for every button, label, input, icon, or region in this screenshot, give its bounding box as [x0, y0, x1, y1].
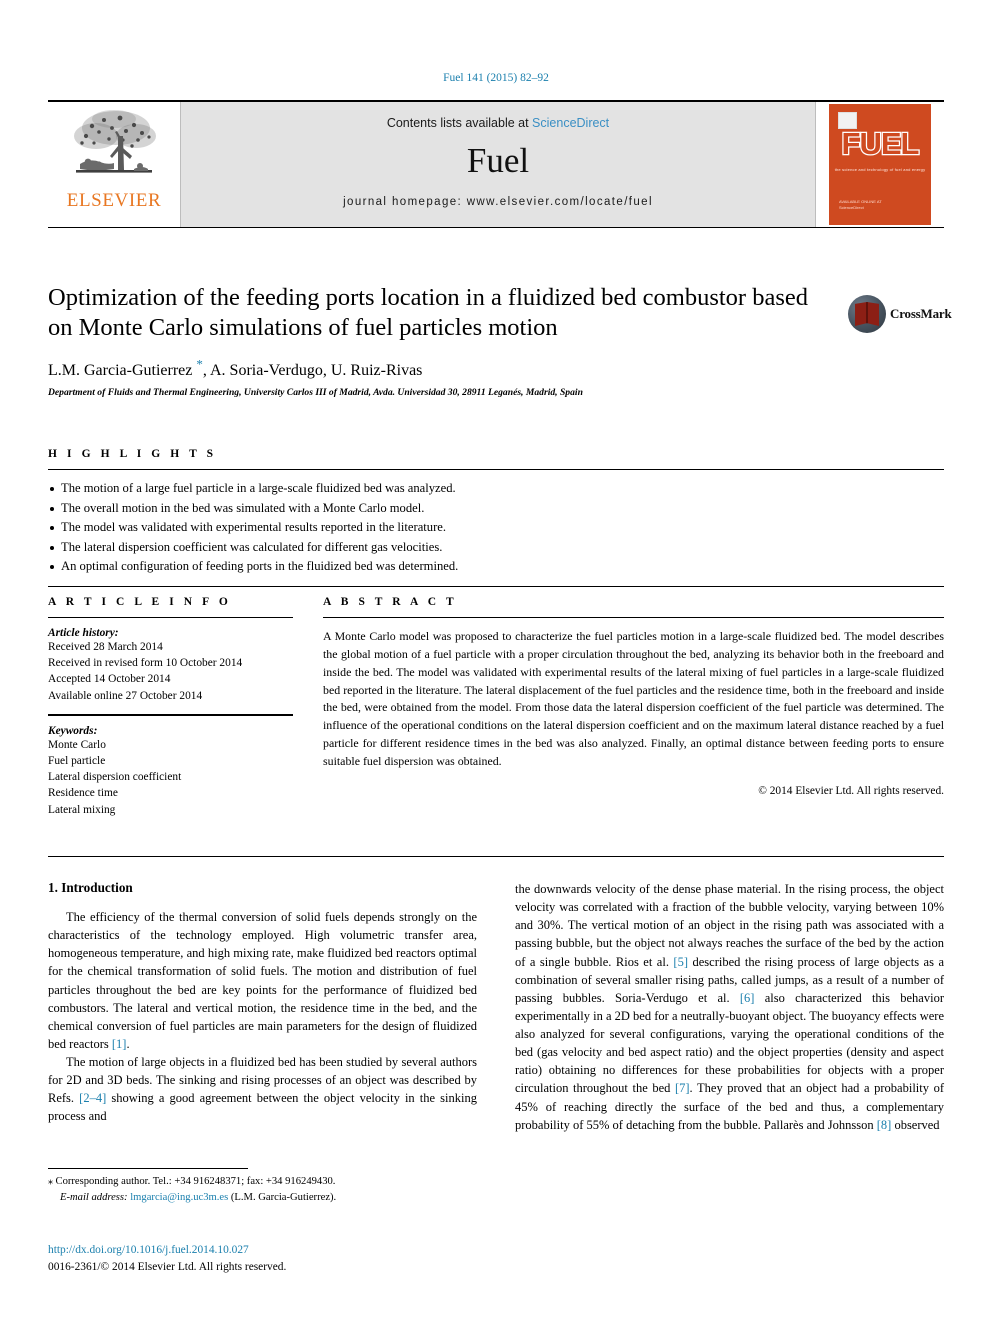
citation-ref[interactable]: [6]: [740, 991, 755, 1005]
email-note: E-mail address: lmgarcia@ing.uc3m.es (L.…: [48, 1190, 478, 1205]
email-link[interactable]: lmgarcia@ing.uc3m.es: [130, 1192, 228, 1203]
journal-title: Fuel: [466, 141, 530, 180]
body-columns: 1. Introduction The efficiency of the th…: [48, 880, 944, 1134]
body-column-left: 1. Introduction The efficiency of the th…: [48, 880, 477, 1134]
email-owner: (L.M. Garcia-Gutierrez).: [230, 1191, 337, 1203]
citation-ref[interactable]: [2–4]: [79, 1091, 106, 1105]
keywords-block: Keywords: Monte Carlo Fuel particle Late…: [48, 713, 293, 818]
paragraph-text-tail: observed: [891, 1117, 940, 1132]
footnote-rule: [48, 1168, 248, 1169]
keywords-rule: [48, 713, 293, 716]
crossmark-label: CrossMark: [890, 306, 952, 321]
paragraph: The motion of large objects in a fluidiz…: [48, 1053, 477, 1126]
elsevier-tree-icon: [74, 110, 156, 173]
journal-masthead: ELSEVIER Contents lists available at Sci…: [48, 100, 944, 228]
footer-block: http://dx.doi.org/10.1016/j.fuel.2014.10…: [48, 1242, 478, 1275]
elsevier-logo: ELSEVIER: [48, 102, 180, 227]
crossmark-icon: [848, 295, 886, 333]
info-abstract-row: A R T I C L E I N F O Article history: R…: [48, 596, 944, 818]
list-item: Received in revised form 10 October 2014: [48, 657, 243, 670]
crossmark-badge[interactable]: CrossMark: [848, 287, 952, 341]
section-heading-introduction: 1. Introduction: [48, 880, 133, 895]
cover-subtitle: the science and technology of fuel and e…: [834, 167, 926, 172]
article-page: Fuel 141 (2015) 82–92 ELSEVIER Contents …: [0, 0, 992, 1323]
citation-ref[interactable]: [5]: [673, 955, 688, 969]
author-list: L.M. Garcia-Gutierrez *, A. Soria-Verdug…: [48, 357, 944, 380]
keywords-label: Keywords:: [48, 724, 98, 737]
list-item: The motion of a large fuel particle in a…: [48, 479, 944, 499]
issn-copyright-line: 0016-2361/© 2014 Elsevier Ltd. All right…: [48, 1260, 287, 1273]
title-block: Optimization of the feeding ports locati…: [48, 283, 952, 399]
abstract-section: A B S T R A C T A Monte Carlo model was …: [323, 596, 944, 818]
list-item: The overall motion in the bed was simula…: [48, 499, 944, 519]
email-label: E-mail address:: [60, 1191, 128, 1203]
corresponding-author-note: ⁎ Corresponding author. Tel.: +34 916248…: [48, 1174, 478, 1190]
list-item: Residence time: [48, 787, 118, 800]
article-history-label: Article history:: [48, 627, 119, 639]
elsevier-wordmark: ELSEVIER: [66, 190, 162, 211]
highlights-list: The motion of a large fuel particle in a…: [48, 470, 944, 586]
contents-available-line: Contents lists available at ScienceDirec…: [387, 116, 609, 130]
list-item: An optimal configuration of feeding port…: [48, 557, 944, 577]
list-item: Received 28 March 2014: [48, 641, 163, 653]
body-top-rule: [48, 856, 944, 857]
journal-banner: Contents lists available at ScienceDirec…: [180, 102, 816, 227]
list-item: The model was validated with experimenta…: [48, 518, 944, 538]
highlights-heading: H I G H L I G H T S: [48, 448, 217, 460]
journal-cover: FUEL the science and technology of fuel …: [816, 102, 944, 227]
article-info-heading: A R T I C L E I N F O: [48, 596, 232, 608]
list-item: Fuel particle: [48, 754, 106, 767]
list-item: The lateral dispersion coefficient was c…: [48, 538, 944, 558]
cover-footer-text: AVAILABLE ONLINE AT ScienceDirect: [839, 199, 882, 210]
cover-title: FUEL: [840, 126, 920, 161]
citation-ref[interactable]: [1]: [112, 1037, 127, 1051]
article-info-section: A R T I C L E I N F O Article history: R…: [48, 596, 293, 818]
contents-prefix: Contents lists available at: [386, 116, 533, 130]
citation-ref[interactable]: [8]: [877, 1118, 892, 1132]
abstract-rule: [323, 617, 944, 618]
article-history-list: Received 28 March 2014 Received in revis…: [48, 639, 293, 704]
paragraph: the downwards velocity of the dense phas…: [515, 880, 944, 1134]
copyright-line: © 2014 Elsevier Ltd. All rights reserved…: [758, 784, 944, 797]
list-item: Available online 27 October 2014: [48, 689, 203, 702]
affiliation: Department of Fluids and Thermal Enginee…: [48, 387, 583, 399]
list-item: Lateral dispersion coefficient: [48, 771, 182, 784]
list-item: Lateral mixing: [48, 803, 116, 816]
page-title: Optimization of the feeding ports locati…: [48, 284, 808, 341]
list-item: Accepted 14 October 2014: [48, 673, 171, 686]
highlights-section: H I G H L I G H T S The motion of a larg…: [48, 448, 944, 587]
article-info-rule: [48, 617, 293, 618]
paragraph-text: also characterized this behavior experim…: [515, 990, 944, 1096]
keywords-list: Monte Carlo Fuel particle Lateral disper…: [48, 737, 293, 818]
citation-ref[interactable]: [7]: [675, 1081, 690, 1095]
highlights-rule-bottom: [48, 585, 944, 587]
doi-link[interactable]: http://dx.doi.org/10.1016/j.fuel.2014.10…: [48, 1242, 478, 1259]
paragraph-text-tail: showing a good agreement between the obj…: [48, 1091, 477, 1124]
list-item: Monte Carlo: [48, 738, 106, 751]
corresponding-author-marker: ⁎: [48, 1176, 56, 1187]
sciencedirect-link[interactable]: ScienceDirect: [532, 116, 609, 130]
journal-homepage-link[interactable]: journal homepage: www.elsevier.com/locat…: [343, 196, 653, 208]
abstract-heading: A B S T R A C T: [323, 596, 458, 608]
footnotes-block: ⁎ Corresponding author. Tel.: +34 916248…: [48, 1174, 478, 1205]
abstract-text: A Monte Carlo model was proposed to char…: [323, 629, 944, 769]
corresponding-author-marker: *: [196, 356, 203, 372]
body-column-right: the downwards velocity of the dense phas…: [515, 880, 944, 1134]
paragraph-text-tail: .: [126, 1036, 130, 1051]
paragraph: The efficiency of the thermal conversion…: [48, 908, 477, 1053]
running-head: Fuel 141 (2015) 82–92: [443, 72, 549, 84]
authors-text: L.M. Garcia-Gutierrez *, A. Soria-Verdug…: [48, 356, 423, 380]
paragraph-text: The efficiency of the thermal conversion…: [48, 910, 477, 1051]
corresponding-author-text: Corresponding author. Tel.: +34 91624837…: [55, 1176, 336, 1187]
